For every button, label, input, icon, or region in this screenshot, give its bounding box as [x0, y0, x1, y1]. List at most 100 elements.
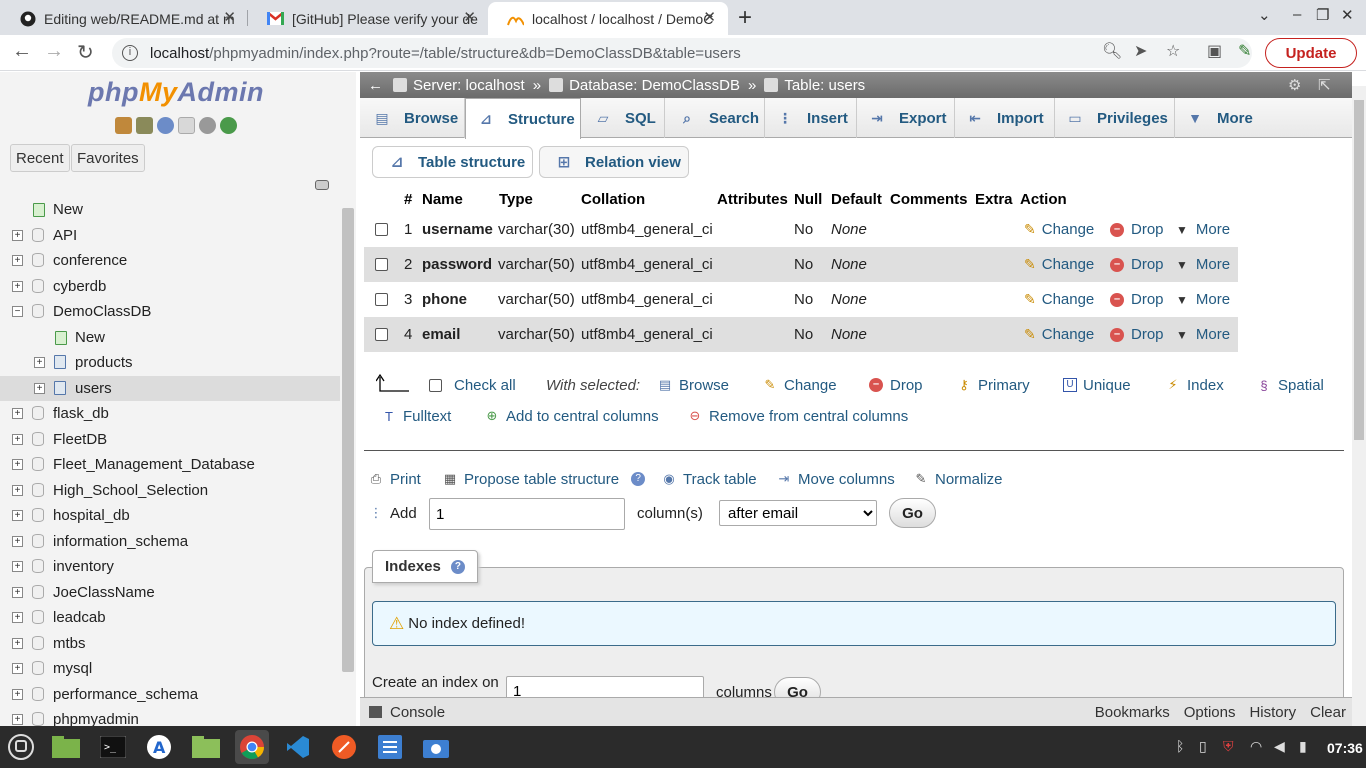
more-dropdown[interactable]: ▼ More	[1176, 317, 1230, 352]
subtab-table-structure[interactable]: ⊿ Table structure	[372, 146, 533, 178]
tree-item-information-schema[interactable]: + information_schema	[0, 529, 340, 554]
header-attributes[interactable]: Attributes	[717, 187, 788, 212]
browser-tab-github[interactable]: Editing web/README.md at m ✕	[0, 2, 248, 35]
tree-item-products[interactable]: + products	[0, 350, 340, 375]
main-scrollbar[interactable]	[1352, 86, 1366, 726]
expand-icon[interactable]: +	[12, 561, 23, 572]
console-history-link[interactable]: History	[1249, 704, 1296, 721]
tree-item-mtbs[interactable]: + mtbs	[0, 631, 340, 656]
more-dropdown[interactable]: ▼ More	[1176, 247, 1230, 282]
tree-item-joeclassname[interactable]: + JoeClassName	[0, 580, 340, 605]
collapse-arrow-icon[interactable]: ←	[368, 77, 383, 94]
tree-item-users[interactable]: + users	[0, 376, 340, 401]
expand-icon[interactable]: +	[12, 281, 23, 292]
expand-icon[interactable]: +	[34, 357, 45, 368]
extension-icon[interactable]: ✎	[1238, 41, 1251, 61]
tree-item-cyberdb[interactable]: + cyberdb	[0, 274, 340, 299]
expand-icon[interactable]: +	[12, 485, 23, 496]
check-all[interactable]: Check all	[429, 373, 516, 397]
header-null[interactable]: Null	[794, 187, 822, 212]
tree-item-api[interactable]: + API	[0, 223, 340, 248]
expand-icon[interactable]: +	[12, 714, 23, 725]
expand-icon[interactable]: +	[12, 510, 23, 521]
tree-item-hospital-db[interactable]: + hospital_db	[0, 503, 340, 528]
scrollbar-thumb[interactable]	[1354, 100, 1364, 440]
move-columns-button[interactable]: ⇥ Move columns	[776, 467, 895, 491]
forward-icon[interactable]: →	[44, 40, 64, 63]
breadcrumb-table[interactable]: Table: users	[764, 77, 865, 94]
tab-privileges[interactable]: ▭ Privileges	[1055, 98, 1175, 138]
clock[interactable]: 07:36	[1327, 740, 1363, 756]
terminal-icon[interactable]: >_	[96, 730, 130, 764]
more-dropdown[interactable]: ▼ More	[1176, 212, 1230, 247]
expand-icon[interactable]: +	[12, 612, 23, 623]
bulk-primary-button[interactable]: ⚷ Primary	[956, 373, 1029, 397]
bulk-spatial-button[interactable]: § Spatial	[1256, 373, 1324, 397]
propose-structure-button[interactable]: ▦ Propose table structure?	[442, 467, 646, 491]
clipboard-icon[interactable]: ▯	[1199, 738, 1207, 755]
header-extra[interactable]: Extra	[975, 187, 1013, 212]
row-checkbox[interactable]	[375, 247, 388, 282]
row-checkbox[interactable]	[375, 212, 388, 247]
drop-button[interactable]: – Drop	[1110, 212, 1164, 247]
sidebar-scrollbar[interactable]	[342, 208, 354, 672]
drop-button[interactable]: – Drop	[1110, 317, 1164, 352]
header-collation[interactable]: Collation	[581, 187, 645, 212]
bulk-drop-button[interactable]: – Drop	[869, 373, 923, 397]
new-tab-button[interactable]: +	[738, 4, 752, 32]
close-tab-icon[interactable]: ✕	[703, 8, 716, 26]
tree-item-performance-schema[interactable]: + performance_schema	[0, 682, 340, 707]
vscode-icon[interactable]	[281, 730, 315, 764]
breadcrumb-database[interactable]: Database: DemoClassDB	[549, 77, 740, 94]
expand-icon[interactable]: +	[12, 638, 23, 649]
change-button[interactable]: ✎ Change	[1024, 212, 1094, 247]
track-table-button[interactable]: ◉ Track table	[661, 467, 756, 491]
tree-item-phpmyadmin[interactable]: + phpmyadmin	[0, 707, 340, 726]
tree-item-fleet-management-database[interactable]: + Fleet_Management_Database	[0, 452, 340, 477]
help-icon[interactable]: ?	[631, 472, 646, 486]
link-with-main-icon[interactable]	[315, 180, 329, 190]
bulk-fulltext-button[interactable]: T Fulltext	[381, 404, 451, 428]
bulk-index-button[interactable]: ⚡︎ Index	[1165, 373, 1223, 397]
folder-icon[interactable]	[189, 730, 223, 764]
screenshot-icon[interactable]	[419, 730, 453, 764]
close-window-icon[interactable]: ✕	[1341, 6, 1354, 24]
send-icon[interactable]: ➤	[1134, 41, 1147, 61]
row-checkbox[interactable]	[375, 317, 388, 352]
drop-button[interactable]: – Drop	[1110, 282, 1164, 317]
tree-item-inventory[interactable]: + inventory	[0, 554, 340, 579]
files-icon[interactable]	[49, 730, 83, 764]
mint-menu-icon[interactable]	[4, 730, 38, 764]
expand-icon[interactable]: +	[34, 383, 45, 394]
home-icon[interactable]	[115, 117, 132, 134]
expand-icon[interactable]: +	[12, 230, 23, 241]
header-default[interactable]: Default	[831, 187, 882, 212]
bluetooth-icon[interactable]: ᛒ	[1176, 738, 1184, 754]
settings-icon[interactable]	[199, 117, 216, 134]
logout-icon[interactable]	[136, 117, 153, 134]
back-icon[interactable]: ←	[12, 40, 32, 63]
tab-search[interactable]: ⌕ Search	[665, 98, 765, 138]
close-tab-icon[interactable]: ✕	[463, 8, 476, 26]
tree-item-high-school-selection[interactable]: + High_School_Selection	[0, 478, 340, 503]
tree-item-democlassdb[interactable]: − DemoClassDB	[0, 299, 340, 324]
tree-item-new[interactable]: New	[0, 325, 340, 350]
change-button[interactable]: ✎ Change	[1024, 247, 1094, 282]
restore-icon[interactable]: ❐	[1316, 6, 1329, 24]
expand-icon[interactable]: +	[12, 663, 23, 674]
tab-search-icon[interactable]: ⌄	[1258, 6, 1271, 24]
chrome-icon[interactable]	[235, 730, 269, 764]
tab-export[interactable]: ⇥ Export	[857, 98, 955, 138]
info-icon[interactable]: i	[122, 45, 138, 61]
tree-item-mysql[interactable]: + mysql	[0, 656, 340, 681]
network-icon[interactable]: ◠	[1250, 738, 1262, 755]
bulk-unique-button[interactable]: U Unique	[1063, 373, 1131, 397]
expand-icon[interactable]: +	[12, 434, 23, 445]
normalize-button[interactable]: ✎ Normalize	[913, 467, 1003, 491]
change-button[interactable]: ✎ Change	[1024, 317, 1094, 352]
subtab-relation-view[interactable]: ⊞ Relation view	[539, 146, 689, 178]
bulk-change-button[interactable]: ✎ Change	[762, 373, 837, 397]
collapse-icon[interactable]: −	[12, 306, 23, 317]
bookmark-star-icon[interactable]: ☆	[1166, 41, 1180, 61]
tree-item-new[interactable]: New	[0, 197, 340, 222]
